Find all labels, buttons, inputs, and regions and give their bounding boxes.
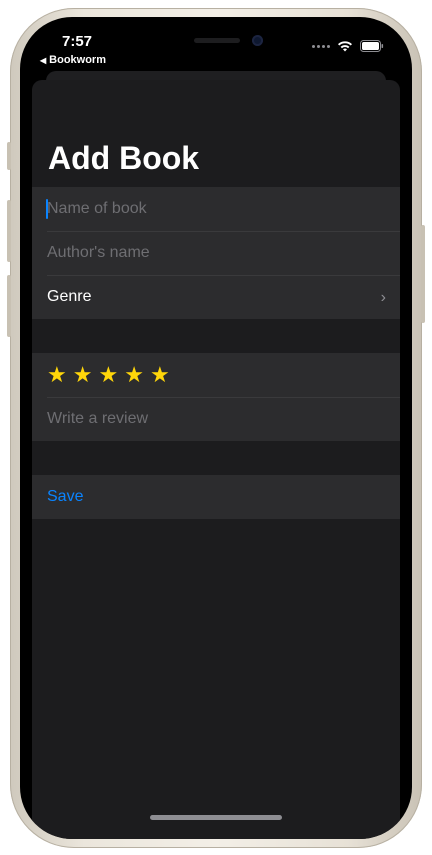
book-name-row xyxy=(32,187,400,231)
page-title: Add Book xyxy=(48,140,200,176)
chevron-right-icon: › xyxy=(380,289,386,306)
status-time: 7:57 xyxy=(62,33,93,50)
battery-icon xyxy=(360,40,384,52)
power-button xyxy=(421,225,425,323)
star-icon[interactable]: ★ xyxy=(73,364,93,386)
text-cursor xyxy=(46,199,48,219)
star-icon[interactable]: ★ xyxy=(150,364,170,386)
screen: 7:57 ◀ Bookworm Add Book Name of book Au… xyxy=(20,17,412,839)
book-name-input[interactable] xyxy=(47,200,377,218)
back-triangle-icon: ◀ xyxy=(40,55,47,65)
save-button[interactable]: Save xyxy=(32,475,400,519)
genre-label: Genre xyxy=(47,288,92,305)
review-section: ★ ★ ★ ★ ★ xyxy=(32,353,400,441)
save-label: Save xyxy=(47,488,84,505)
rating-stars: ★ ★ ★ ★ ★ xyxy=(47,364,170,386)
star-icon[interactable]: ★ xyxy=(98,364,118,386)
home-indicator[interactable] xyxy=(150,815,282,820)
rating-row: ★ ★ ★ ★ ★ xyxy=(32,353,400,397)
book-details-section: Genre › xyxy=(32,187,400,319)
signal-dots-icon xyxy=(312,44,330,48)
star-icon[interactable]: ★ xyxy=(124,364,144,386)
status-indicators xyxy=(312,40,384,52)
author-row xyxy=(32,231,400,275)
back-app-label: Bookworm xyxy=(49,54,106,66)
save-section: Save xyxy=(32,475,400,519)
genre-picker[interactable]: Genre › xyxy=(32,275,400,319)
speaker-grille xyxy=(194,38,240,43)
volume-down-button xyxy=(7,275,11,337)
silent-switch xyxy=(7,142,11,170)
front-camera xyxy=(252,35,263,46)
back-to-app-button[interactable]: ◀ Bookworm xyxy=(40,54,106,66)
volume-up-button xyxy=(7,200,11,262)
review-input[interactable] xyxy=(47,410,377,428)
wifi-icon xyxy=(338,41,352,52)
star-icon[interactable]: ★ xyxy=(47,364,67,386)
add-book-sheet: Add Book Genre › ★★★★★ Save xyxy=(32,80,400,839)
author-name-input[interactable] xyxy=(47,244,377,262)
review-row xyxy=(32,397,400,441)
